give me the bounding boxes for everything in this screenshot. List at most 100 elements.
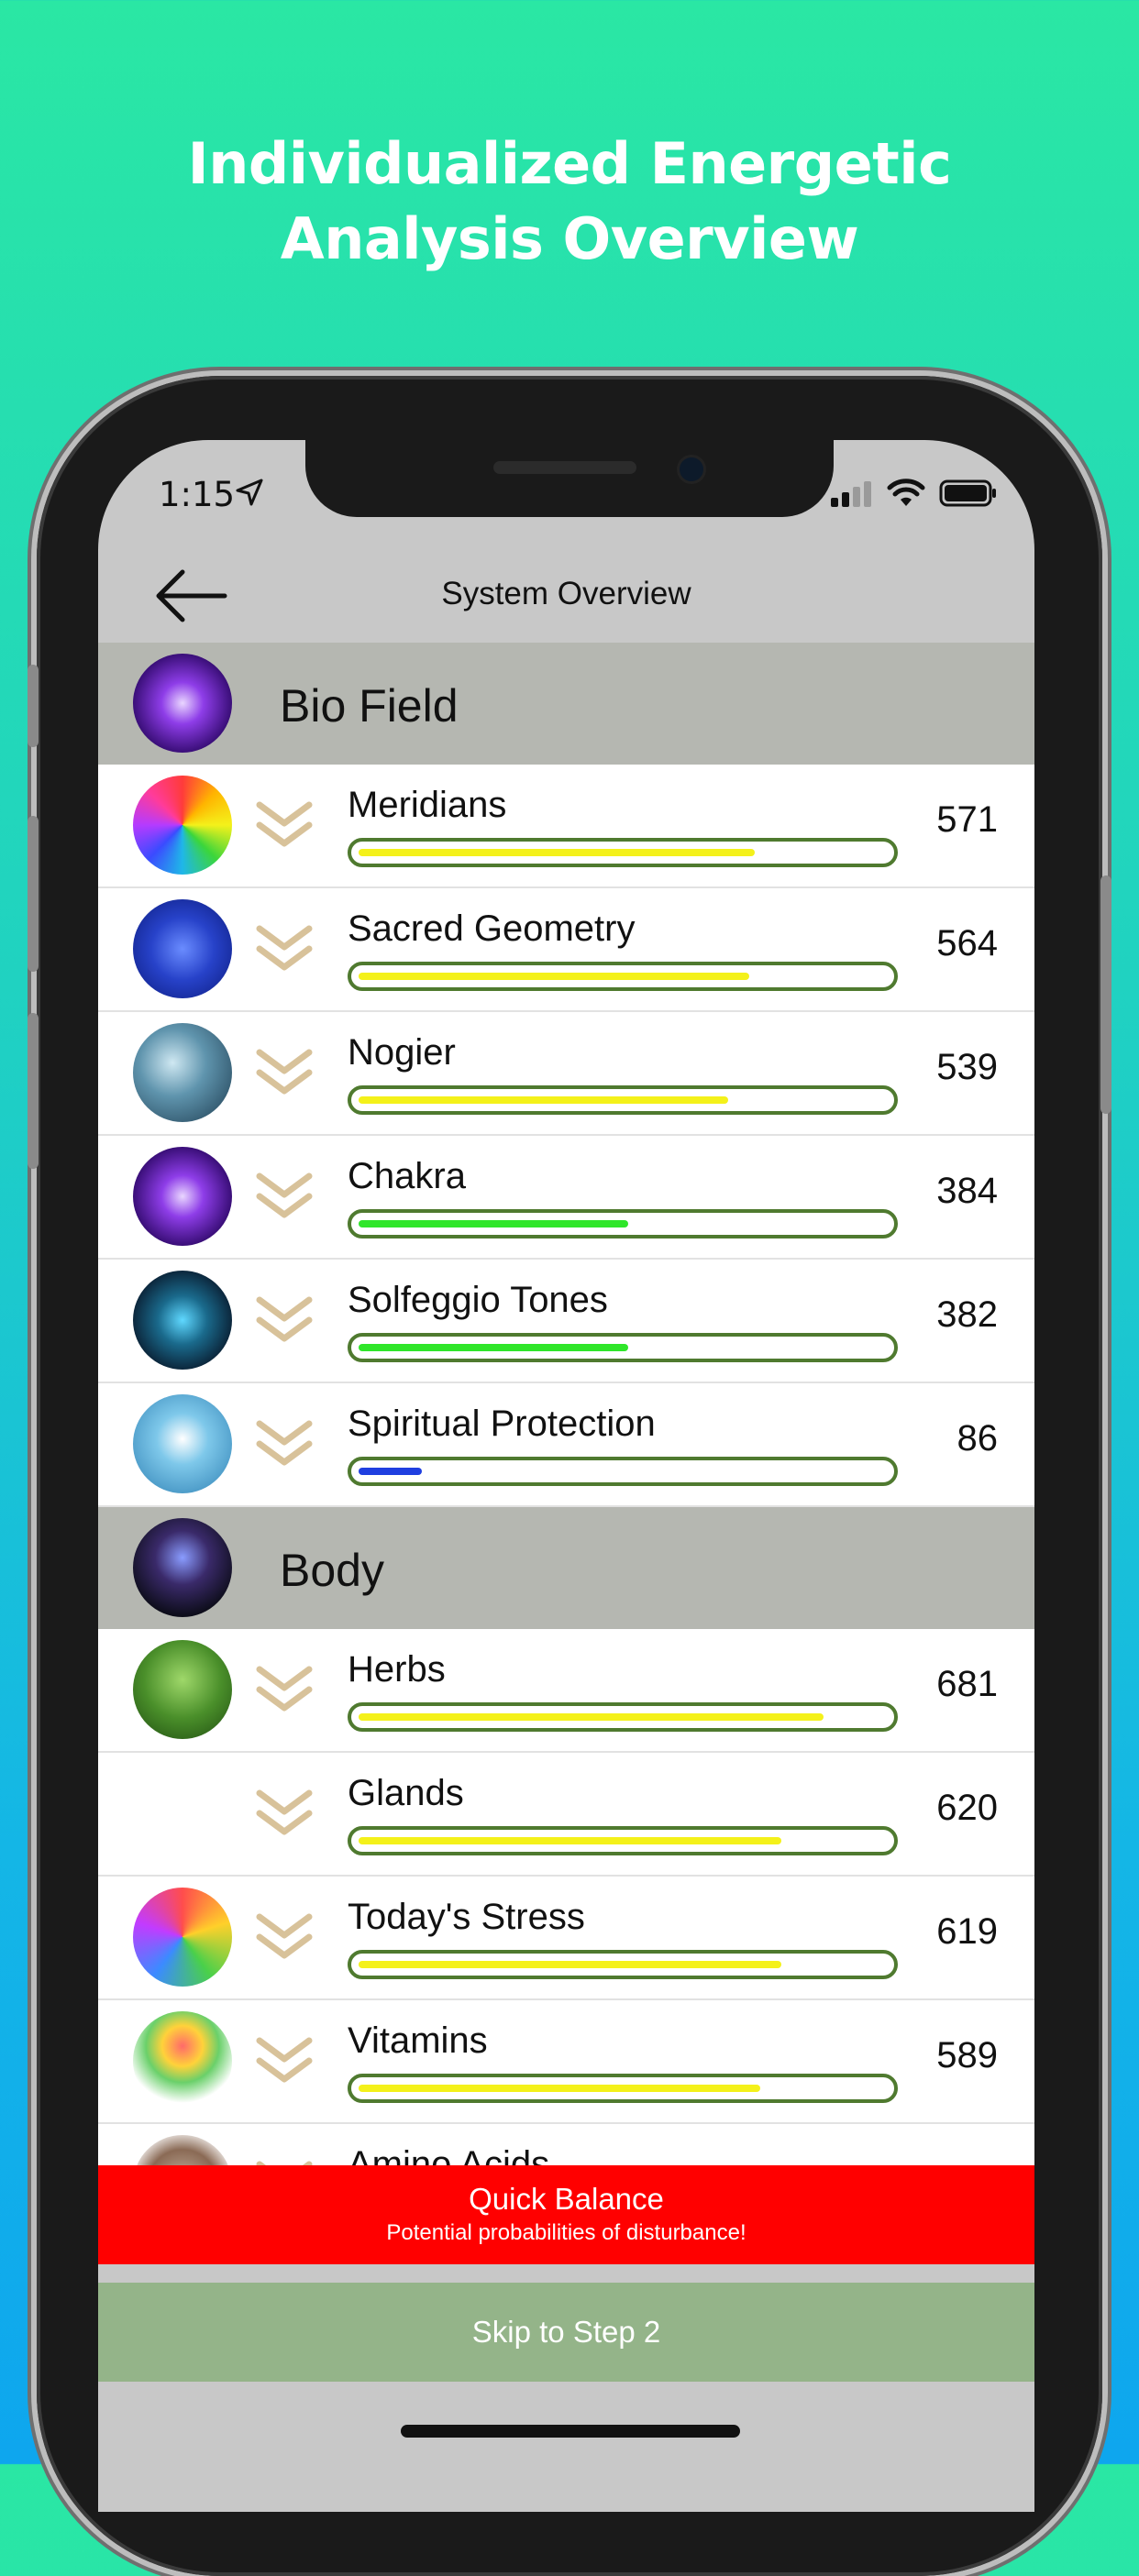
level-bar bbox=[348, 1702, 898, 1732]
wifi-icon bbox=[887, 479, 925, 506]
item-thumbnail bbox=[133, 2011, 232, 2110]
list-item[interactable]: Solfeggio Tones 382 bbox=[98, 1260, 1034, 1383]
level-bar bbox=[348, 1333, 898, 1362]
quick-balance-subtitle: Potential probabilities of disturbance! bbox=[386, 2220, 746, 2245]
quick-balance-label: Quick Balance bbox=[469, 2182, 664, 2216]
headline-line-1: Individualized Energetic bbox=[187, 130, 952, 197]
notch bbox=[305, 440, 834, 517]
expand-chevron-icon[interactable] bbox=[256, 799, 313, 851]
expand-chevron-icon[interactable] bbox=[256, 923, 313, 974]
item-value: 571 bbox=[936, 799, 998, 840]
item-value: 589 bbox=[936, 2035, 998, 2075]
level-bar bbox=[348, 1457, 898, 1486]
item-thumbnail bbox=[133, 1764, 232, 1863]
location-arrow-icon bbox=[236, 479, 263, 506]
headline-line-2: Analysis Overview bbox=[280, 205, 859, 272]
mute-switch bbox=[28, 665, 39, 747]
expand-chevron-icon[interactable] bbox=[256, 1294, 313, 1346]
list-item[interactable]: Herbs 681 bbox=[98, 1629, 1034, 1753]
item-thumbnail bbox=[133, 776, 232, 875]
level-bar-fill bbox=[359, 1096, 728, 1104]
list-item[interactable]: Sacred Geometry 564 bbox=[98, 888, 1034, 1012]
volume-down-button bbox=[28, 1013, 39, 1169]
level-bar-fill bbox=[359, 1468, 422, 1475]
battery-icon bbox=[939, 479, 996, 507]
quick-balance-button[interactable]: Quick Balance Potential probabilities of… bbox=[98, 2165, 1034, 2264]
section-header-bio-field[interactable]: Bio Field bbox=[98, 643, 1034, 765]
level-bar-fill bbox=[359, 1220, 628, 1227]
item-value: 681 bbox=[936, 1664, 998, 1704]
phone-screen: 1:15 System Overview Bio Field Meridians… bbox=[98, 440, 1034, 2512]
item-label: Herbs bbox=[348, 1649, 446, 1690]
item-value: 86 bbox=[957, 1418, 999, 1459]
item-thumbnail bbox=[133, 1394, 232, 1493]
item-value: 539 bbox=[936, 1047, 998, 1087]
section-title: Bio Field bbox=[280, 680, 459, 732]
cellular-signal-icon bbox=[831, 481, 871, 507]
section-thumbnail bbox=[133, 1518, 232, 1617]
item-thumbnail bbox=[133, 1271, 232, 1370]
item-thumbnail bbox=[133, 1023, 232, 1122]
item-label: Glands bbox=[348, 1773, 464, 1813]
system-list: Bio Field Meridians 571 Sacred Geometry 564 N… bbox=[98, 643, 1034, 2248]
nav-bar: System Overview bbox=[98, 550, 1034, 642]
expand-chevron-icon[interactable] bbox=[256, 2035, 313, 2086]
item-value: 620 bbox=[936, 1788, 998, 1828]
level-bar-fill bbox=[359, 1837, 781, 1844]
list-item[interactable]: Meridians 571 bbox=[98, 765, 1034, 888]
level-bar bbox=[348, 1950, 898, 1979]
status-icons bbox=[829, 479, 998, 508]
expand-chevron-icon[interactable] bbox=[256, 1664, 313, 1715]
list-item[interactable]: Spiritual Protection 86 bbox=[98, 1383, 1034, 1507]
level-bar bbox=[348, 2074, 898, 2103]
item-thumbnail bbox=[133, 1888, 232, 1987]
item-thumbnail bbox=[133, 1640, 232, 1739]
item-label: Nogier bbox=[348, 1032, 456, 1073]
level-bar-fill bbox=[359, 1713, 824, 1721]
front-camera bbox=[677, 455, 706, 484]
item-value: 382 bbox=[936, 1294, 998, 1335]
section-title: Body bbox=[280, 1545, 384, 1596]
item-label: Meridians bbox=[348, 785, 507, 825]
level-bar-fill bbox=[359, 1344, 628, 1351]
item-label: Spiritual Protection bbox=[348, 1404, 656, 1444]
expand-chevron-icon[interactable] bbox=[256, 1418, 313, 1470]
level-bar-fill bbox=[359, 2085, 760, 2092]
item-label: Chakra bbox=[348, 1156, 466, 1196]
level-bar bbox=[348, 1209, 898, 1238]
expand-chevron-icon[interactable] bbox=[256, 1047, 313, 1098]
item-value: 384 bbox=[936, 1171, 998, 1211]
speaker-grille bbox=[493, 461, 636, 474]
expand-chevron-icon[interactable] bbox=[256, 1171, 313, 1222]
level-bar-fill bbox=[359, 849, 755, 856]
level-bar bbox=[348, 962, 898, 991]
skip-to-step-2-button[interactable]: Skip to Step 2 bbox=[98, 2283, 1034, 2382]
list-item[interactable]: Today's Stress 619 bbox=[98, 1877, 1034, 2000]
page-title: System Overview bbox=[441, 576, 691, 611]
list-item[interactable]: Chakra 384 bbox=[98, 1136, 1034, 1260]
list-item[interactable]: Nogier 539 bbox=[98, 1012, 1034, 1136]
level-bar bbox=[348, 1826, 898, 1855]
level-bar bbox=[348, 1085, 898, 1115]
volume-up-button bbox=[28, 816, 39, 972]
expand-chevron-icon[interactable] bbox=[256, 1788, 313, 1839]
power-button bbox=[1100, 875, 1111, 1114]
section-header-body[interactable]: Body bbox=[98, 1507, 1034, 1629]
level-bar-fill bbox=[359, 1961, 781, 1968]
home-indicator bbox=[401, 2425, 740, 2438]
item-label: Today's Stress bbox=[348, 1897, 585, 1937]
list-item[interactable]: Vitamins 589 bbox=[98, 2000, 1034, 2124]
expand-chevron-icon[interactable] bbox=[256, 1911, 313, 1963]
item-thumbnail bbox=[133, 899, 232, 998]
headline: Individualized Energetic Analysis Overvi… bbox=[0, 127, 1139, 277]
item-value: 564 bbox=[936, 923, 998, 963]
item-label: Solfeggio Tones bbox=[348, 1280, 608, 1320]
section-thumbnail bbox=[133, 654, 232, 753]
list-item[interactable]: Glands 620 bbox=[98, 1753, 1034, 1877]
status-time: 1:15 bbox=[159, 475, 236, 514]
level-bar-fill bbox=[359, 973, 749, 980]
item-value: 619 bbox=[936, 1911, 998, 1952]
item-label: Vitamins bbox=[348, 2020, 488, 2061]
level-bar bbox=[348, 838, 898, 867]
item-thumbnail bbox=[133, 1147, 232, 1246]
